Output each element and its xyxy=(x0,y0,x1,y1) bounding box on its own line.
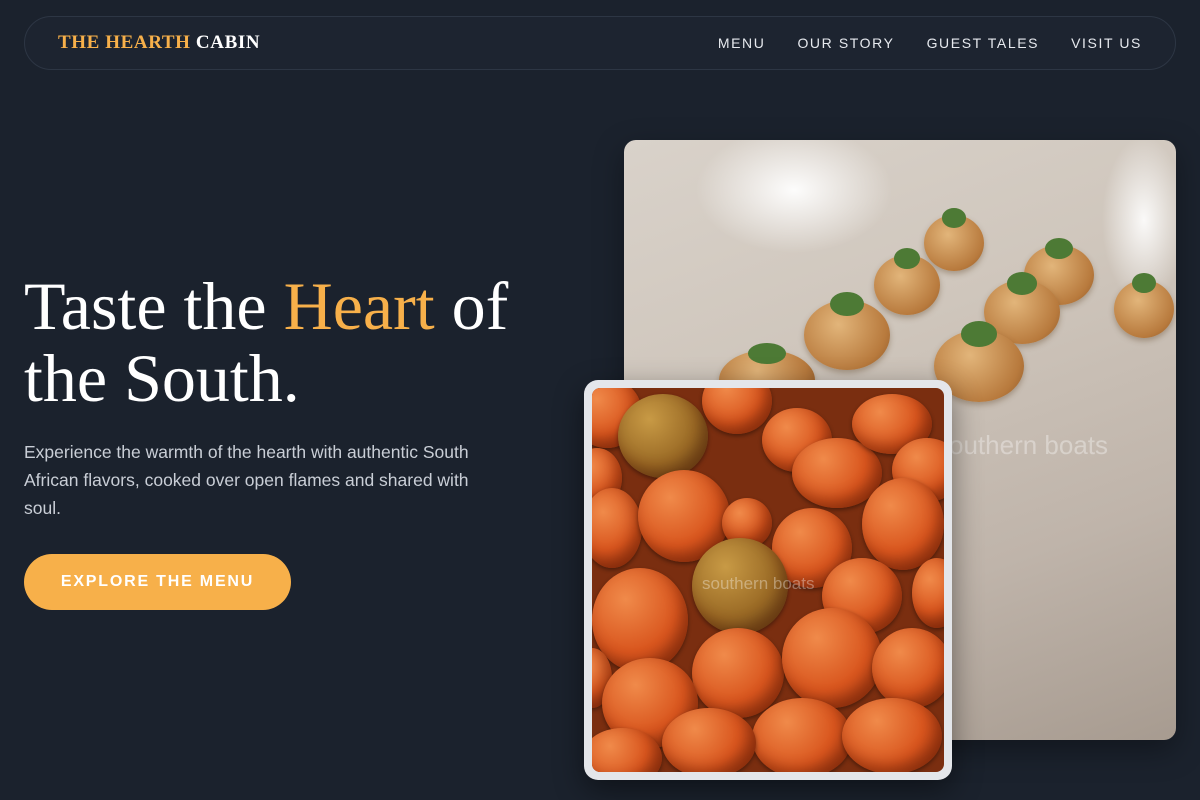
mandarin-shape xyxy=(782,608,882,708)
page: THE HEARTH CABIN MENU OUR STORY GUEST TA… xyxy=(0,0,1200,800)
mandarin-shape xyxy=(662,708,756,772)
explore-menu-button[interactable]: EXPLORE THE MENU xyxy=(24,554,291,610)
brand-accent-text: THE HEARTH xyxy=(58,32,191,53)
canape-shape xyxy=(874,247,940,315)
brand-rest-text: CABIN xyxy=(195,32,261,53)
hero-subtitle: Experience the warmth of the hearth with… xyxy=(24,442,469,518)
nav-links: MENU OUR STORY GUEST TALES VISIT US xyxy=(718,35,1142,51)
brand-logo[interactable]: THE HEARTH CABIN xyxy=(58,32,260,54)
mandarin-shape xyxy=(692,628,784,718)
hero-photo-mandarins: southern boats xyxy=(584,380,952,780)
mandarin-shape xyxy=(702,388,772,434)
mandarin-shape xyxy=(872,628,944,708)
canape-shape xyxy=(1114,273,1174,338)
mandarin-shape xyxy=(912,558,944,628)
nav-link-our-story[interactable]: OUR STORY xyxy=(797,35,894,51)
nav-link-visit-us[interactable]: VISIT US xyxy=(1071,35,1142,51)
mandarin-shape xyxy=(862,478,944,570)
mandarin-shape xyxy=(842,698,942,772)
back-photo-alt-text: southern boats xyxy=(936,430,1109,460)
top-navbar: THE HEARTH CABIN MENU OUR STORY GUEST TA… xyxy=(24,16,1176,70)
hero-title: Taste the Heart of the South. xyxy=(24,270,584,414)
hero-title-before: Taste the xyxy=(24,268,284,344)
hero-title-highlight: Heart xyxy=(283,268,435,344)
canape-shape xyxy=(924,208,984,271)
mandarin-shape xyxy=(618,394,708,478)
nav-link-menu[interactable]: MENU xyxy=(718,35,766,51)
mandarin-shape xyxy=(592,488,642,568)
canape-shape xyxy=(804,291,890,370)
mandarin-shape xyxy=(752,698,852,772)
nav-link-guest-tales[interactable]: GUEST TALES xyxy=(927,35,1040,51)
mandarin-shape xyxy=(692,538,788,634)
mandarin-photo-inner: southern boats xyxy=(592,388,944,772)
